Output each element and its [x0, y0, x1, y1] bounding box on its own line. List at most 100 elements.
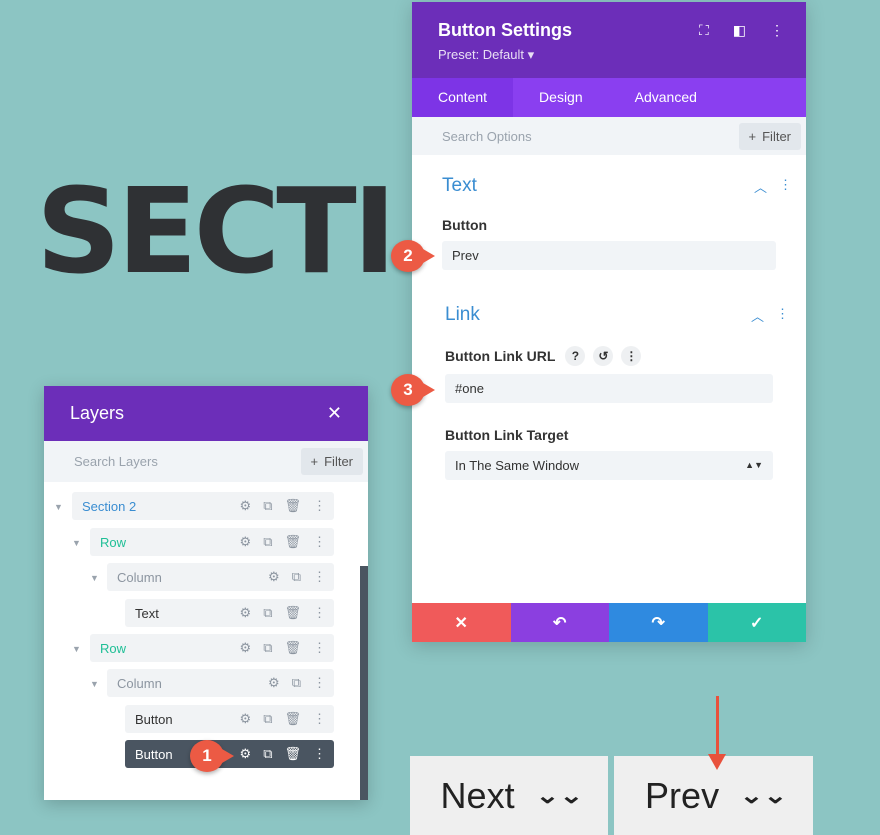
search-layers-input[interactable]: Search Layers — [74, 454, 158, 469]
layer-column[interactable]: Column ⚙ ⧉ ⋮ — [107, 669, 334, 697]
more-icon[interactable]: ⋮ — [313, 605, 326, 621]
redo-button[interactable]: ↷ — [609, 603, 708, 642]
button-link-target-label: Button Link Target — [445, 427, 569, 443]
layer-label: Button — [135, 746, 173, 762]
pointer-arrow-shaft — [716, 696, 719, 758]
link-section-header[interactable]: Link ︿ ⋮ — [412, 304, 806, 326]
layer-label: Row — [100, 534, 127, 550]
save-button[interactable]: ✓ — [707, 603, 806, 642]
trash-icon[interactable]: 🗑 — [284, 534, 301, 550]
layer-label: Text — [135, 605, 159, 621]
more-icon[interactable]: ⋮ — [313, 569, 326, 585]
trash-icon[interactable]: 🗑 — [284, 711, 301, 727]
gear-icon[interactable]: ⚙ — [240, 711, 252, 727]
check-icon: ✓ — [750, 614, 764, 632]
more-icon[interactable]: ⋮ — [313, 711, 326, 727]
tab-design[interactable]: Design — [513, 78, 609, 117]
more-icon[interactable]: ⋮ — [313, 498, 326, 514]
button-link-url-label: Button Link URL — [445, 348, 556, 364]
next-button[interactable]: Next ⌄⌄ — [410, 756, 608, 835]
more-icon[interactable]: ⋮ — [776, 306, 789, 325]
layer-column[interactable]: Column ⚙ ⧉ ⋮ — [107, 563, 334, 591]
reset-icon[interactable]: ↺ — [593, 346, 614, 366]
more-icon[interactable]: ⋮ — [313, 534, 326, 550]
gear-icon[interactable]: ⚙ — [240, 605, 252, 621]
button-link-url-input[interactable]: #one — [445, 374, 773, 403]
layers-title: Layers — [70, 403, 125, 423]
fullscreen-icon[interactable]: ⛶ — [699, 22, 709, 39]
prev-button-label: Prev — [645, 774, 720, 816]
gear-icon[interactable]: ⚙ — [268, 569, 280, 585]
layer-label: Row — [100, 640, 127, 656]
help-icon[interactable]: ? — [565, 346, 586, 366]
more-icon[interactable]: ⋮ — [313, 640, 326, 656]
layer-label: Button — [135, 711, 173, 727]
search-options-input[interactable]: Search Options — [442, 129, 532, 144]
duplicate-icon[interactable]: ⧉ — [263, 605, 272, 621]
gear-icon[interactable]: ⚙ — [240, 498, 252, 514]
duplicate-icon[interactable]: ⧉ — [263, 534, 272, 550]
undo-icon: ↶ — [553, 614, 567, 632]
trash-icon[interactable]: 🗑 — [284, 605, 301, 621]
duplicate-icon[interactable]: ⧉ — [292, 675, 301, 691]
filter-button[interactable]: + Filter — [738, 122, 801, 150]
close-icon: ✕ — [454, 614, 468, 632]
collapse-icon[interactable]: ︿ — [754, 177, 767, 196]
layer-row[interactable]: Row ⚙ ⧉ 🗑 ⋮ — [90, 634, 334, 662]
more-icon[interactable]: ⋮ — [779, 177, 792, 196]
duplicate-icon[interactable]: ⧉ — [263, 711, 272, 727]
collapse-icon[interactable]: ︿ — [751, 306, 764, 325]
discard-button[interactable]: ✕ — [412, 603, 511, 642]
duplicate-icon[interactable]: ⧉ — [292, 569, 301, 585]
duplicate-icon[interactable]: ⧉ — [263, 498, 272, 514]
callout-badge-1: 1 — [190, 740, 234, 772]
tab-advanced[interactable]: Advanced — [609, 78, 723, 117]
caret-down-icon[interactable]: ▼ — [90, 679, 99, 689]
gear-icon[interactable]: ⚙ — [240, 534, 252, 550]
tab-content[interactable]: Content — [412, 78, 514, 117]
layer-text[interactable]: Text ⚙ ⧉ 🗑 ⋮ — [125, 599, 334, 627]
trash-icon[interactable]: 🗑 — [284, 746, 301, 762]
layers-scrollbar[interactable] — [360, 566, 368, 800]
caret-down-icon[interactable]: ▼ — [72, 644, 81, 654]
layers-panel: Layers ✕ Search Layers + Filter ▼ Sectio… — [44, 386, 368, 800]
caret-down-icon[interactable]: ▼ — [90, 573, 99, 583]
more-icon[interactable]: ⋮ — [621, 346, 642, 366]
layer-button[interactable]: Button ⚙ ⧉ 🗑 ⋮ — [125, 705, 334, 733]
pointer-arrow-head — [708, 754, 726, 770]
settings-header: Button Settings Preset: Default ▾ ⛶ ◧ ⋮ — [412, 2, 806, 78]
layer-row[interactable]: Row ⚙ ⧉ 🗑 ⋮ — [90, 528, 334, 556]
undo-button[interactable]: ↶ — [510, 603, 609, 642]
caret-down-icon[interactable]: ▼ — [54, 502, 63, 512]
settings-tabs: Content Design Advanced — [412, 78, 806, 117]
trash-icon[interactable]: 🗑 — [284, 498, 301, 514]
layers-search-bar: Search Layers + Filter — [44, 441, 368, 482]
preset-selector[interactable]: Preset: Default ▾ — [438, 47, 780, 63]
text-section-header[interactable]: Text ︿ ⋮ — [412, 175, 806, 197]
layers-filter-button[interactable]: + Filter — [300, 448, 363, 475]
button-text-label: Button — [442, 217, 488, 233]
more-icon[interactable]: ⋮ — [313, 675, 326, 691]
more-icon[interactable]: ⋮ — [770, 22, 784, 39]
trash-icon[interactable]: 🗑 — [284, 640, 301, 656]
gear-icon[interactable]: ⚙ — [240, 640, 252, 656]
caret-down-icon[interactable]: ▼ — [72, 538, 81, 548]
layer-label: Column — [117, 569, 162, 585]
gear-icon[interactable]: ⚙ — [268, 675, 280, 691]
options-search-bar: Search Options + Filter — [412, 117, 806, 155]
close-icon[interactable]: ✕ — [327, 403, 342, 424]
split-view-icon[interactable]: ◧ — [733, 22, 746, 39]
duplicate-icon[interactable]: ⧉ — [263, 746, 272, 762]
text-section-title: Text — [442, 175, 477, 196]
duplicate-icon[interactable]: ⧉ — [263, 640, 272, 656]
layer-section-2[interactable]: Section 2 ⚙ ⧉ 🗑 ⋮ — [72, 492, 334, 520]
layers-filter-label: Filter — [324, 454, 353, 469]
next-button-label: Next — [440, 774, 515, 816]
button-text-input[interactable]: Prev — [442, 241, 776, 270]
gear-icon[interactable]: ⚙ — [240, 746, 252, 762]
plus-icon: + — [310, 454, 319, 469]
more-icon[interactable]: ⋮ — [313, 746, 326, 762]
pointer-arrow — [708, 696, 726, 770]
button-link-target-select[interactable]: In The Same Window ▲▼ — [445, 451, 773, 480]
layer-label: Column — [117, 675, 162, 691]
